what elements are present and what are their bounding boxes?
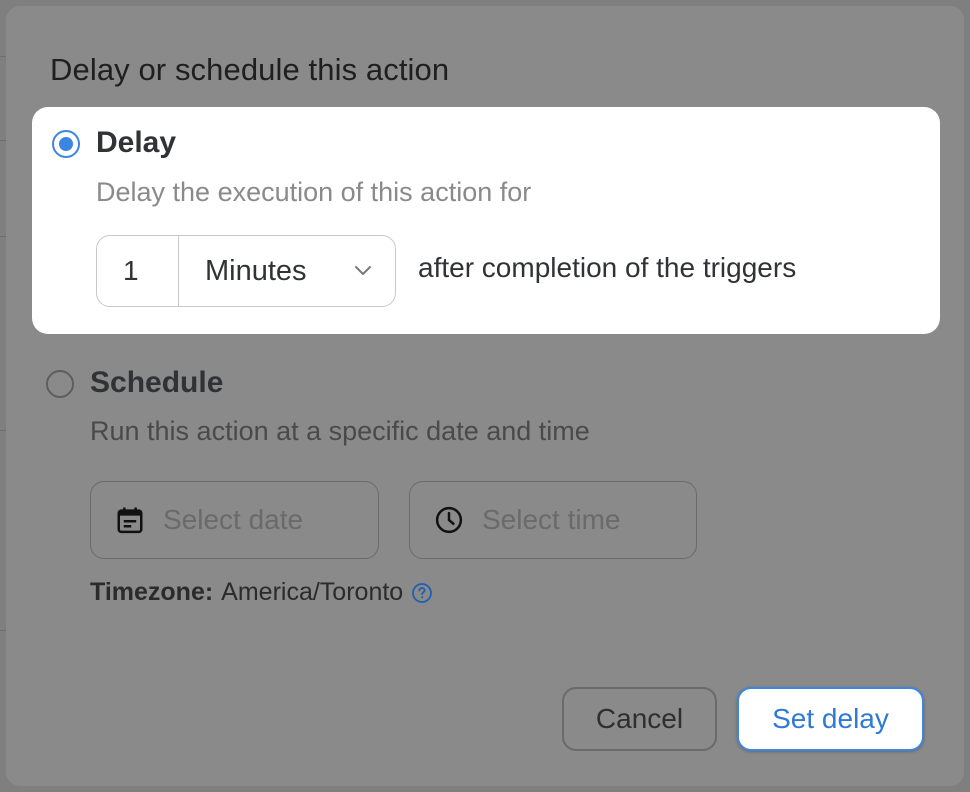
delay-option-card[interactable]: Delay Delay the execution of this action… [32,107,940,334]
schedule-option-description: Run this action at a specific date and t… [90,416,590,446]
clock-icon [435,506,463,534]
timezone-row: Timezone: America/Toronto [90,578,433,607]
schedule-radio[interactable] [46,370,74,398]
delay-unit-select[interactable]: Minutes [179,236,395,306]
delay-option-title: Delay [96,126,177,159]
time-placeholder: Select time [482,504,621,535]
time-picker-field[interactable]: Select time [409,481,697,559]
delay-suffix-text: after completion of the triggers [418,252,797,283]
cancel-button[interactable]: Cancel [562,687,717,751]
set-delay-button[interactable]: Set delay [737,687,924,751]
chevron-down-icon [355,266,371,275]
delay-schedule-dialog: Delay or schedule this action Delay Dela… [6,6,964,786]
dialog-title: Delay or schedule this action [50,52,450,87]
date-placeholder: Select date [163,504,304,535]
timezone-label: Timezone [90,578,205,606]
help-icon[interactable] [411,582,433,604]
schedule-option-title: Schedule [90,366,224,399]
delay-amount-group: 1 Minutes [96,235,396,307]
timezone-value: America/Toronto [221,578,404,606]
delay-unit-value: Minutes [205,254,307,287]
date-picker-field[interactable]: Select date [90,481,379,559]
delay-amount-input[interactable]: 1 [97,236,179,306]
delay-option-description: Delay the execution of this action for [96,177,532,207]
calendar-icon [117,507,143,534]
delay-radio[interactable] [52,130,80,158]
